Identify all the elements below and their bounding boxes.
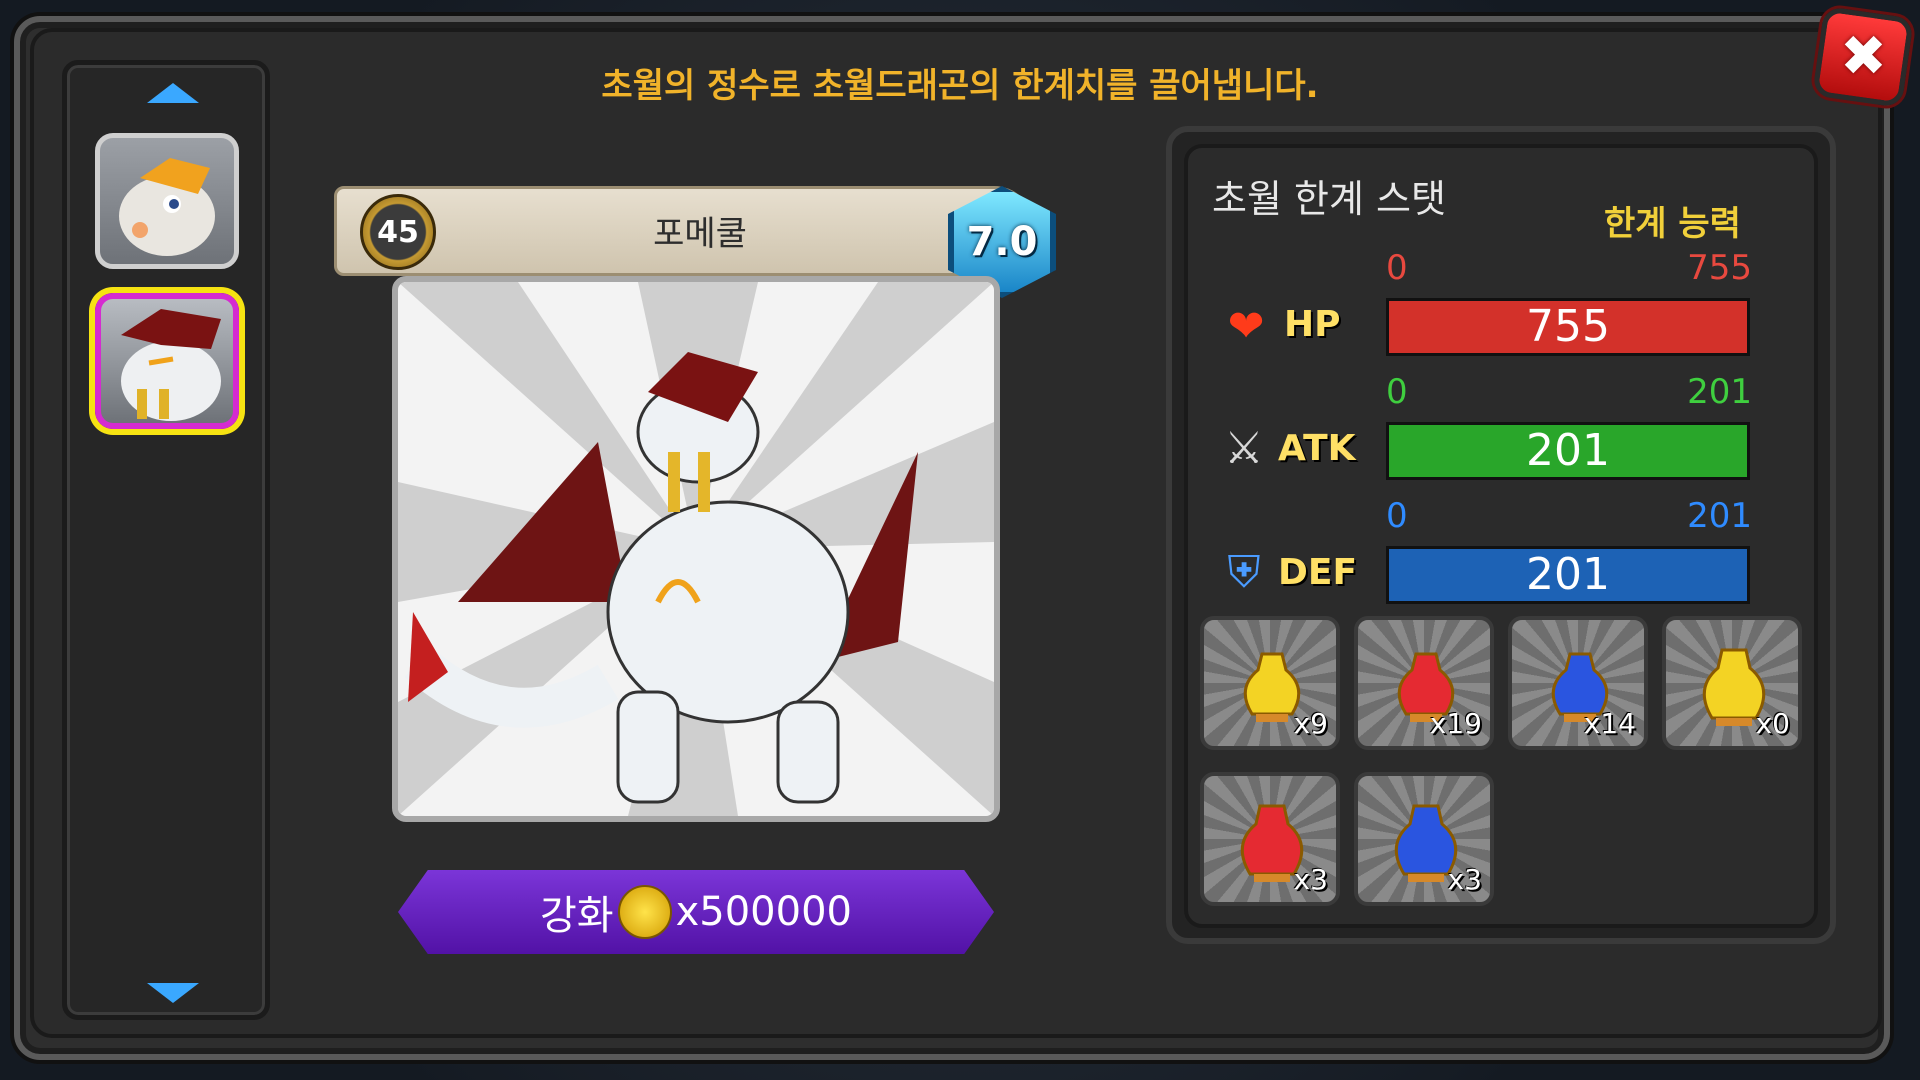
potion-slot-2[interactable]: x19 (1354, 616, 1494, 750)
atk-bar: 201 (1386, 422, 1750, 480)
close-button[interactable]: ✖ (1812, 6, 1914, 108)
potion-slot-1[interactable]: x9 (1200, 616, 1340, 750)
upgrade-button[interactable]: 강화 x500000 (398, 870, 994, 954)
def-value: 201 (1526, 549, 1610, 600)
level-badge: 45 (360, 194, 436, 270)
potion-count: x19 (1429, 707, 1482, 740)
shield-icon: ⛨ (1227, 546, 1261, 598)
dragon-thumbnail-1[interactable] (95, 133, 239, 269)
atk-value: 201 (1526, 425, 1610, 476)
dragon-list-panel (62, 60, 270, 1020)
def-label: DEF (1278, 552, 1358, 593)
potion-count: x14 (1583, 707, 1636, 740)
dragon-portrait (392, 276, 1000, 822)
stats-title: 초월 한계 스탯 (1212, 177, 1446, 221)
hp-min-label: 0 (1386, 248, 1408, 288)
def-bar: 201 (1386, 546, 1750, 604)
potion-slot-5[interactable]: x3 (1200, 772, 1340, 906)
atk-min-label: 0 (1386, 372, 1408, 412)
atk-max-label: 201 (1687, 372, 1752, 412)
heart-icon: ❤ (1227, 300, 1265, 352)
potion-count: x9 (1293, 707, 1328, 740)
hp-value: 755 (1526, 301, 1610, 352)
scroll-down-arrow-icon[interactable] (147, 983, 199, 1003)
def-min-label: 0 (1386, 496, 1408, 536)
def-max-label: 201 (1687, 496, 1752, 536)
potion-slot-6[interactable]: x3 (1354, 772, 1494, 906)
scroll-up-arrow-icon[interactable] (147, 83, 199, 103)
limit-ability-label: 한계 능력 (1604, 204, 1741, 244)
coin-icon (617, 885, 672, 939)
hp-label: HP (1284, 304, 1341, 345)
potion-count: x3 (1447, 863, 1482, 896)
hp-max-label: 755 (1687, 248, 1752, 288)
grade-value: 7.0 (966, 219, 1038, 265)
potion-slot-4[interactable]: x0 (1662, 616, 1802, 750)
crossed-swords-icon: ⚔ (1224, 422, 1264, 474)
atk-label: ATK (1278, 428, 1356, 469)
potion-slot-3[interactable]: x14 (1508, 616, 1648, 750)
potion-count: x3 (1293, 863, 1328, 896)
instruction-text: 초월의 정수로 초월드래곤의 한계치를 끌어냅니다. (601, 66, 1319, 106)
potion-count: x0 (1755, 707, 1790, 740)
upgrade-cost: x500000 (675, 889, 852, 935)
close-icon: ✖ (1839, 23, 1887, 89)
hp-bar: 755 (1386, 298, 1750, 356)
dragon-thumbnail-2-selected[interactable] (95, 293, 239, 429)
dragon-name: 포메쿨 (653, 214, 747, 254)
upgrade-label: 강화 (540, 893, 614, 939)
